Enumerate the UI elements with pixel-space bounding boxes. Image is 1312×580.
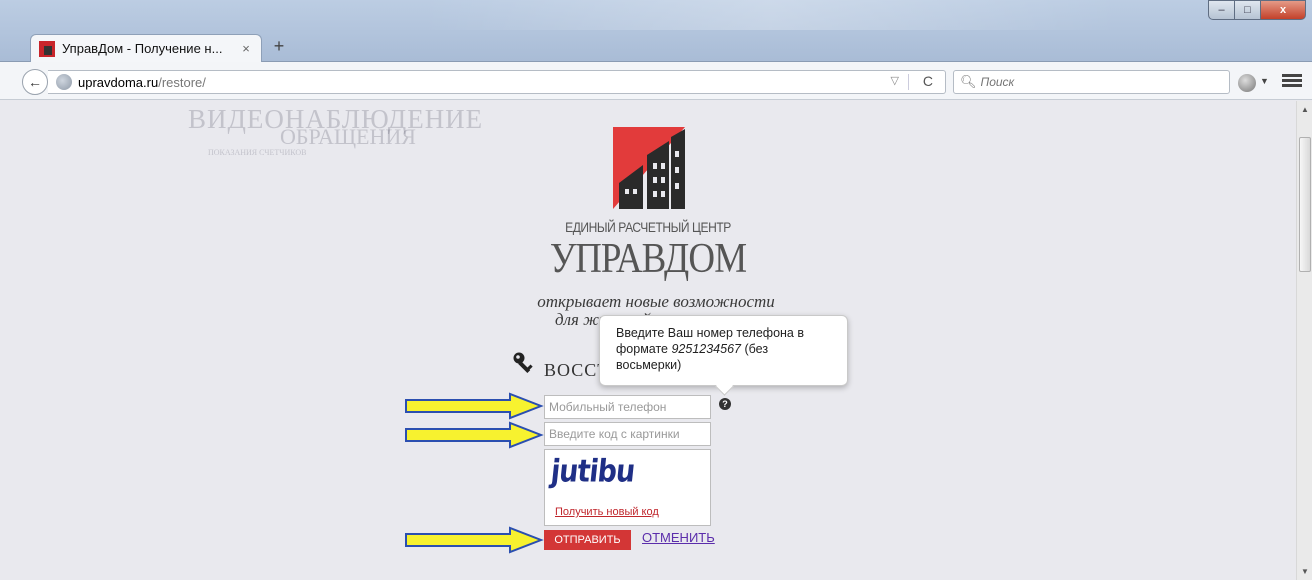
addon-globe-icon[interactable] xyxy=(1238,74,1256,92)
address-bar[interactable]: upravdoma.ru/restore/ ▽ C xyxy=(48,70,946,94)
key-icon xyxy=(513,352,533,374)
search-input[interactable] xyxy=(980,75,1221,89)
phone-input[interactable] xyxy=(544,395,711,419)
new-tab-button[interactable]: + xyxy=(270,36,288,57)
back-arrow-icon: ← xyxy=(28,74,42,90)
cancel-link[interactable]: ОТМЕНИТЬ xyxy=(642,530,715,545)
help-icon[interactable]: ? xyxy=(719,398,731,410)
search-bar[interactable]: 🔍︎ xyxy=(953,70,1230,94)
tab-close-icon[interactable]: × xyxy=(239,41,253,56)
scroll-down-icon[interactable]: ▼ xyxy=(1301,567,1309,576)
minimize-button[interactable]: – xyxy=(1208,0,1235,20)
page-content: ВИДЕОНАБЛЮДЕНИЕ ОБРАЩЕНИЯ ПОКАЗАНИЯ СЧЕТ… xyxy=(0,101,1296,580)
url-path: /restore/ xyxy=(158,74,206,90)
background-ghost-text-2: ОБРАЩЕНИЯ xyxy=(280,124,416,149)
search-icon: 🔍︎ xyxy=(960,74,977,89)
brand-subtitle: ЕДИНЫЙ РАСЧЕТНЫЙ ЦЕНТР xyxy=(565,219,731,235)
submit-button[interactable]: ОТПРАВИТЬ xyxy=(544,530,631,550)
maximize-button[interactable]: □ xyxy=(1235,0,1261,20)
navigation-toolbar: ← upravdoma.ru/restore/ ▽ C 🔍︎ ▼ xyxy=(0,62,1312,100)
history-dropdown-icon[interactable]: ▽ xyxy=(891,74,899,87)
slogan-line-1: открывает новые возможности xyxy=(537,292,775,311)
scroll-up-icon[interactable]: ▲ xyxy=(1301,105,1309,114)
vertical-scrollbar[interactable]: ▲ ▼ xyxy=(1296,101,1312,580)
tab-title: УправДом - Получение н... xyxy=(62,41,223,56)
annotation-arrow-icon xyxy=(405,526,544,554)
phone-format-tooltip: Введите Ваш номер телефона в формате 925… xyxy=(599,315,848,386)
window-titlebar: УправДом - Получение н... × + – □ x xyxy=(0,0,1312,62)
titlebar-glass xyxy=(420,0,1120,30)
close-window-button[interactable]: x xyxy=(1261,0,1306,20)
addon-dropdown-icon[interactable]: ▼ xyxy=(1260,76,1269,86)
annotation-arrow-icon xyxy=(405,421,544,449)
captcha-code-input[interactable] xyxy=(544,422,711,446)
scrollbar-thumb[interactable] xyxy=(1299,137,1311,272)
site-favicon-icon xyxy=(39,40,55,57)
tooltip-example: 9251234567 xyxy=(671,342,741,356)
background-ghost-text-3: ПОКАЗАНИЯ СЧЕТЧИКОВ xyxy=(208,148,307,157)
menu-icon[interactable] xyxy=(1282,72,1302,92)
brand-name: УПРАВДОМ xyxy=(549,236,747,282)
back-button[interactable]: ← xyxy=(22,69,48,95)
new-captcha-link[interactable]: Получить новый код xyxy=(555,506,659,518)
annotation-arrow-icon xyxy=(405,392,544,420)
window-controls: – □ x xyxy=(1208,0,1306,20)
globe-icon xyxy=(56,74,72,90)
upravdom-logo-icon xyxy=(613,123,699,209)
address-separator xyxy=(908,74,909,90)
captcha-box: jutibu Получить новый код xyxy=(544,449,711,526)
reload-icon[interactable]: C xyxy=(923,73,933,89)
captcha-image: jutibu xyxy=(549,453,637,490)
url-host: upravdoma.ru xyxy=(78,74,159,90)
browser-tab[interactable]: УправДом - Получение н... × xyxy=(30,34,262,62)
